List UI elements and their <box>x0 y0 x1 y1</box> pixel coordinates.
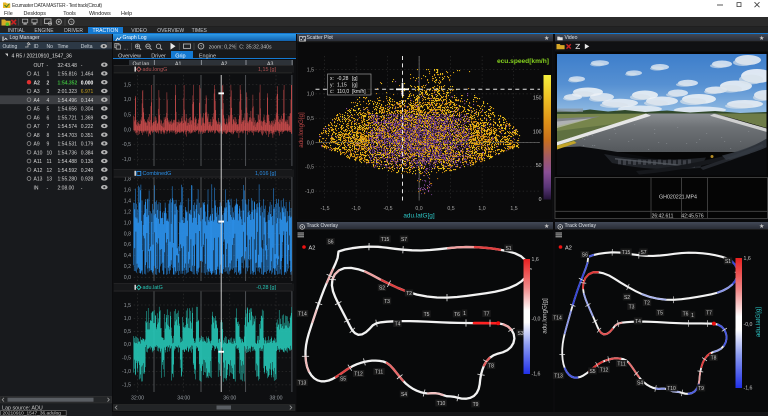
svg-text:S1: S1 <box>725 259 731 265</box>
svg-text:T11: T11 <box>617 361 625 367</box>
svg-text:S5: S5 <box>589 369 595 375</box>
svg-text:S4: S4 <box>637 380 643 386</box>
svg-text:-0,0: -0,0 <box>744 322 753 328</box>
svg-text:S7: S7 <box>640 250 646 256</box>
svg-text:-1,6: -1,6 <box>744 386 753 392</box>
svg-text:T14: T14 <box>553 315 562 321</box>
svg-text:T7: T7 <box>706 310 712 316</box>
svg-text:T2: T2 <box>644 300 650 306</box>
svg-text:T6: T6 <box>683 311 689 317</box>
svg-text:1,6: 1,6 <box>744 256 751 262</box>
svg-text:T10: T10 <box>667 386 676 392</box>
svg-text:T5: T5 <box>657 310 663 316</box>
svg-text:T3: T3 <box>629 304 635 310</box>
svg-text:T12: T12 <box>600 367 609 373</box>
svg-text:S6: S6 <box>582 252 588 258</box>
svg-text:S2: S2 <box>624 295 630 301</box>
svg-text:adu.latG[g]: adu.latG[g] <box>755 307 762 338</box>
svg-text:T8: T8 <box>711 355 717 361</box>
svg-text:1: 1 <box>691 313 694 319</box>
svg-text:T13: T13 <box>554 373 563 379</box>
svg-text:T4: T4 <box>635 319 641 325</box>
svg-text:T9: T9 <box>698 386 704 392</box>
svg-text:T15: T15 <box>622 250 631 256</box>
svg-text:A2: A2 <box>565 245 572 251</box>
